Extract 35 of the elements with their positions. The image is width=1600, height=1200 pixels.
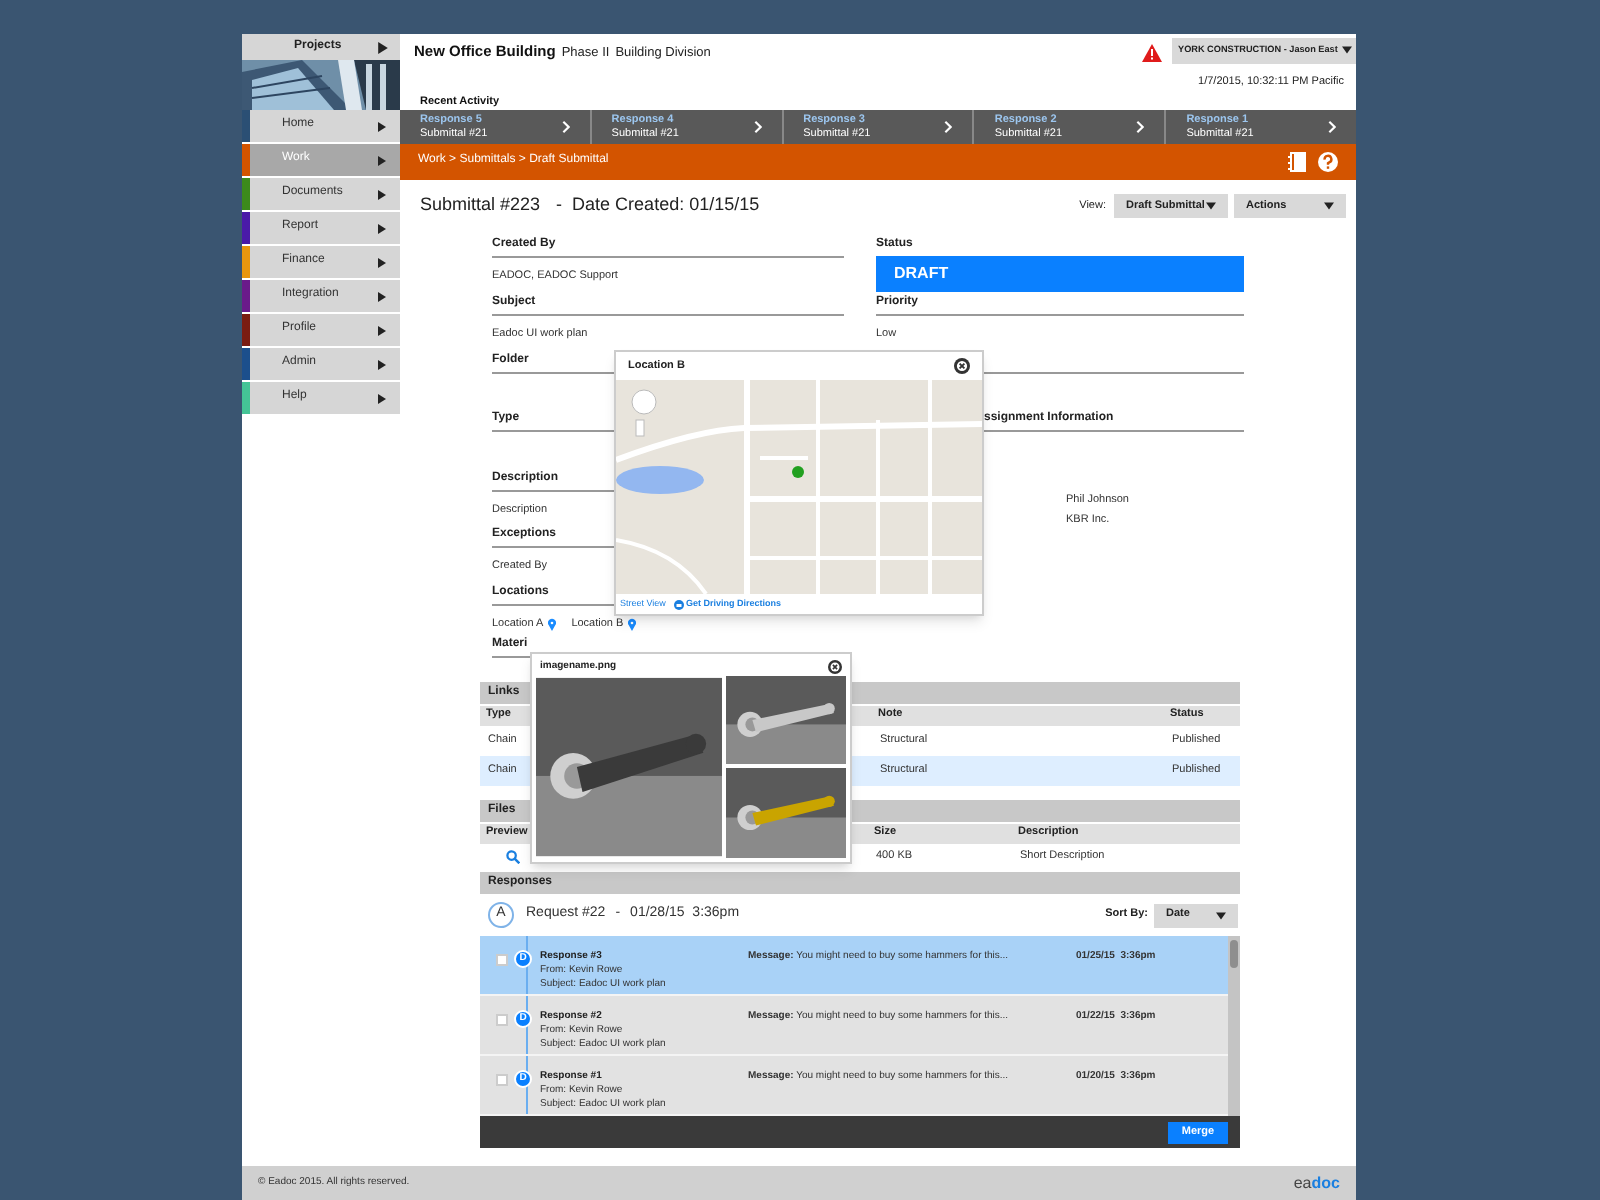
caret-icon (378, 325, 386, 335)
caret-icon (378, 393, 386, 403)
chevron-right-icon (1327, 120, 1336, 134)
caret-icon (378, 257, 386, 267)
close-icon[interactable] (954, 358, 970, 374)
search-icon[interactable] (506, 850, 520, 864)
scrollbar-thumb[interactable] (1230, 940, 1238, 968)
chevron-right-icon (1136, 120, 1145, 134)
checkbox[interactable] (496, 1074, 508, 1086)
checkbox[interactable] (496, 954, 508, 966)
caret-icon (378, 189, 386, 199)
caret-icon (1324, 202, 1334, 210)
caret-icon (1206, 202, 1216, 210)
logo: eadoc (1293, 1173, 1340, 1193)
caret-icon (1216, 911, 1226, 919)
help-icon[interactable] (1318, 152, 1338, 172)
caret-icon (378, 291, 386, 301)
chevron-right-icon (561, 120, 570, 134)
scrollbar[interactable] (1228, 936, 1240, 1116)
chevron-right-icon (753, 120, 762, 134)
pin-icon (547, 617, 556, 631)
submittal-date: Date Created: 01/15/15 (572, 194, 760, 218)
notebook-icon[interactable] (1288, 152, 1306, 172)
caret-icon (378, 41, 388, 53)
caret-icon (378, 121, 386, 131)
checkbox[interactable] (496, 1014, 508, 1026)
chevron-right-icon (944, 120, 953, 134)
caret-icon (378, 155, 386, 165)
submittal-title: Submittal #223 (420, 194, 541, 218)
separator: - (556, 194, 563, 218)
caret-icon (378, 359, 386, 369)
close-icon[interactable] (828, 660, 842, 674)
status-badge: DRAFT (876, 255, 1244, 291)
caret-icon (378, 223, 386, 233)
caret-icon (1341, 46, 1352, 54)
